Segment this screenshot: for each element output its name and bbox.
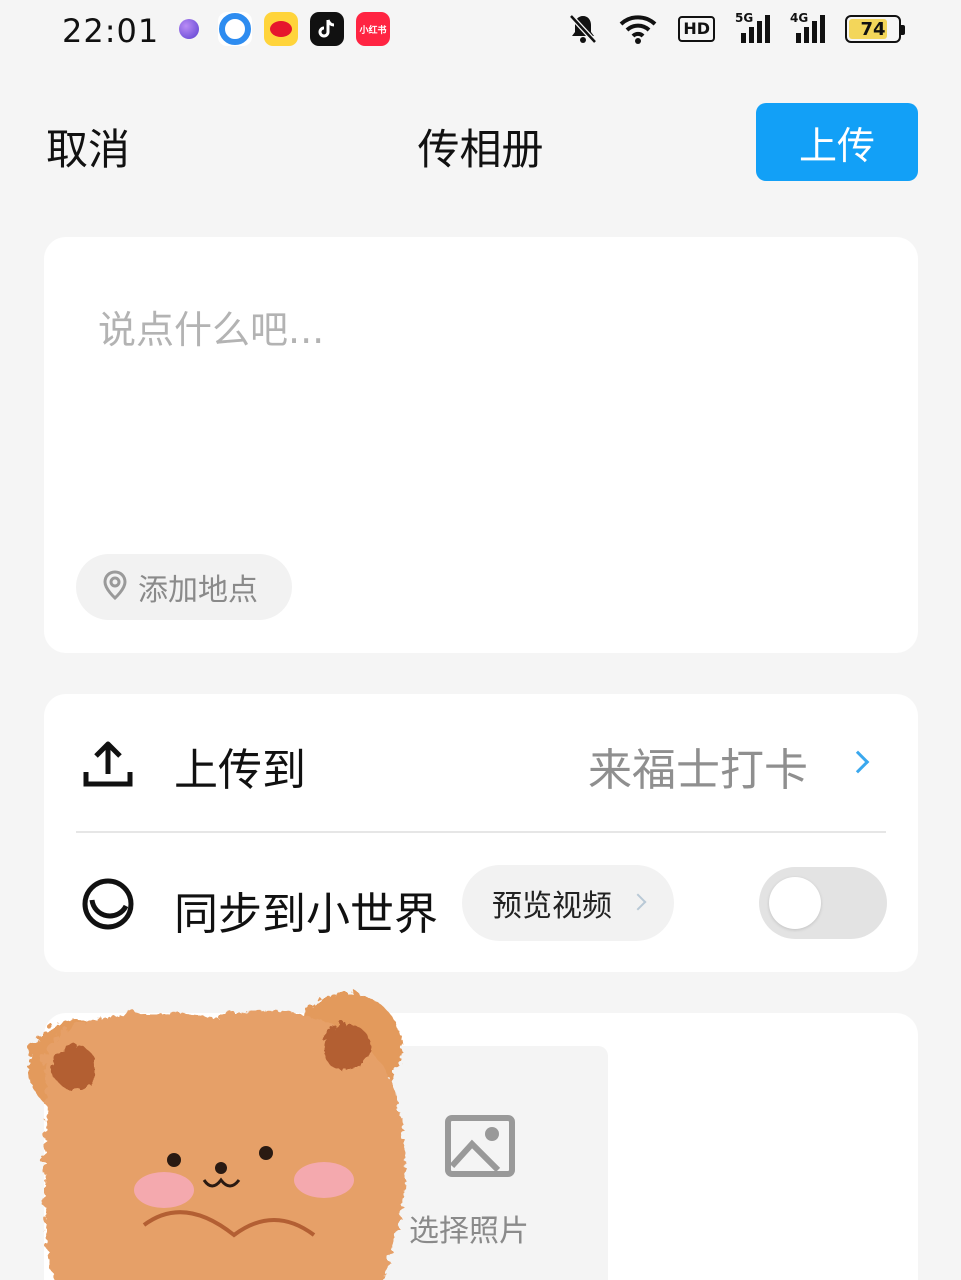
compose-card: 添加地点 xyxy=(44,237,918,653)
upload-icon xyxy=(80,736,136,792)
signal-5g-icon: 5G xyxy=(735,11,770,43)
location-pin-icon xyxy=(102,570,128,604)
chevron-right-icon xyxy=(846,750,870,774)
wifi-icon xyxy=(618,12,658,46)
preview-video-label: 预览视频 xyxy=(492,889,612,924)
douyin-icon xyxy=(310,12,344,46)
upload-to-row[interactable]: 上传到 来福士打卡 xyxy=(44,694,918,832)
toggle-knob xyxy=(769,877,821,929)
picture-icon xyxy=(444,1114,516,1182)
qq-browser-icon xyxy=(218,12,252,46)
chevron-right-icon xyxy=(629,893,647,911)
upload-button[interactable]: 上传 xyxy=(756,103,918,181)
signal-4g-icon: 4G xyxy=(790,11,825,43)
settings-card: 上传到 来福士打卡 同步到小世界 预览视频 xyxy=(44,694,918,972)
preview-video-button[interactable]: 预览视频 xyxy=(462,865,674,941)
status-time: 22:01 xyxy=(62,12,160,50)
app-icon xyxy=(172,12,206,46)
notification-icons: 小红书 xyxy=(172,12,390,46)
upload-to-album: 来福士打卡 xyxy=(588,745,808,796)
bell-muted-icon xyxy=(568,12,598,46)
add-location-label: 添加地点 xyxy=(138,573,258,608)
sync-label: 同步到小世界 xyxy=(174,889,438,940)
status-bar: 22:01 小红书 HD 5G 4G 74 xyxy=(0,0,961,62)
bear-sticker-image xyxy=(26,990,403,1280)
upload-to-label: 上传到 xyxy=(174,745,306,796)
battery-icon: 74 xyxy=(845,15,905,43)
small-world-icon xyxy=(80,876,136,932)
xiaohongshu-icon: 小红书 xyxy=(356,12,390,46)
hd-voice-icon: HD xyxy=(678,16,715,42)
divider xyxy=(76,831,886,833)
add-location-button[interactable]: 添加地点 xyxy=(76,554,292,620)
caption-input[interactable] xyxy=(98,299,858,519)
weibo-icon xyxy=(264,12,298,46)
sync-row: 同步到小世界 预览视频 xyxy=(44,834,918,972)
system-icons: HD 5G 4G 74 xyxy=(568,11,905,46)
sync-toggle[interactable] xyxy=(759,867,887,939)
